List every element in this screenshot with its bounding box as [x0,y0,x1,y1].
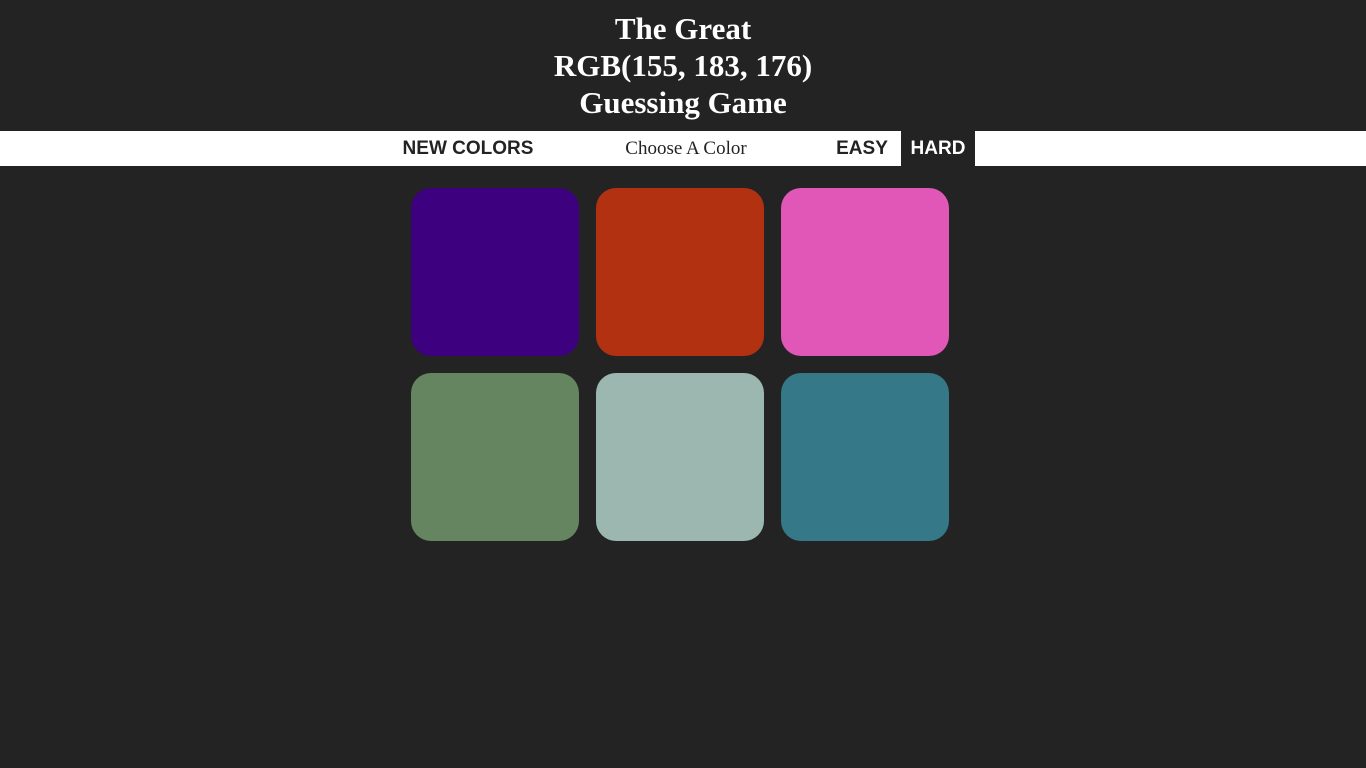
color-square[interactable] [596,188,764,356]
color-square[interactable] [781,188,949,356]
color-square[interactable] [411,188,579,356]
color-square[interactable] [411,373,579,541]
color-square[interactable] [596,373,764,541]
color-board [0,0,1366,768]
color-square[interactable] [781,373,949,541]
